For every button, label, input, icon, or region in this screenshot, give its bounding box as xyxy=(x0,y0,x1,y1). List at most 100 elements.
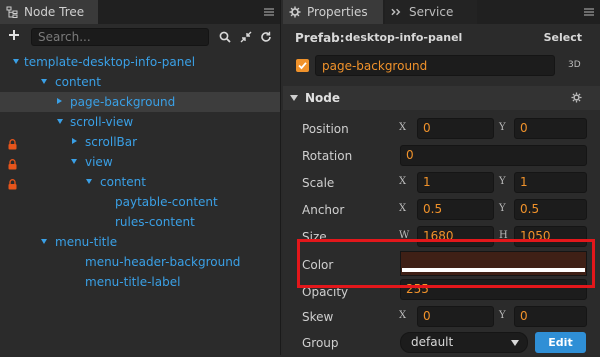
tree-item-label: menu-title xyxy=(55,235,118,249)
scale-row: Scale X 1 Y 1 xyxy=(283,170,600,197)
tree-item[interactable]: menu-header-background xyxy=(0,252,280,272)
axis-x-label: X xyxy=(399,122,407,133)
axis-y-label: Y xyxy=(499,122,506,133)
properties-panel: Properties Service Prefab: desktop-info-… xyxy=(283,0,600,355)
node-tree: template-desktop-info-panel content page… xyxy=(0,52,280,292)
node-active-checkbox[interactable] xyxy=(296,59,309,72)
expand-arrow-icon[interactable] xyxy=(57,119,63,124)
skew-label: Skew xyxy=(302,310,334,324)
anchor-x-field[interactable]: 0.5 xyxy=(417,199,494,220)
refresh-icon[interactable] xyxy=(260,31,272,43)
properties-tabbar: Properties Service xyxy=(283,0,600,24)
scale-x-field[interactable]: 1 xyxy=(417,172,494,193)
section-title: Node xyxy=(305,91,341,105)
skew-y-field[interactable]: 0 xyxy=(514,306,587,327)
prefab-name: desktop-info-panel xyxy=(345,31,463,44)
axis-x-label: X xyxy=(399,203,407,214)
tree-item-selected[interactable]: page-background xyxy=(0,92,280,112)
gear-icon xyxy=(289,6,301,18)
tree-item-label: menu-title-label xyxy=(85,275,181,289)
menu-icon[interactable] xyxy=(264,6,274,16)
anchor-y-field[interactable]: 0.5 xyxy=(514,199,587,220)
search-input[interactable] xyxy=(31,28,209,46)
lock-icon[interactable] xyxy=(8,176,17,190)
scale-y-field[interactable]: 1 xyxy=(514,172,587,193)
tree-item-label: view xyxy=(85,155,113,169)
tree-item[interactable]: view xyxy=(0,152,280,172)
edit-group-button[interactable]: Edit xyxy=(535,332,586,353)
prefab-select-button[interactable]: Select xyxy=(544,31,582,44)
group-select-value: default xyxy=(411,335,454,349)
tab-service-label: Service xyxy=(409,5,454,19)
prefab-row: Prefab: desktop-info-panel Select xyxy=(283,28,600,48)
node-name-row: 3D xyxy=(283,54,600,78)
anchor-row: Anchor X 0.5 Y 0.5 xyxy=(283,197,600,224)
expand-arrow-icon[interactable] xyxy=(71,159,77,164)
tab-properties-label: Properties xyxy=(307,5,368,19)
tree-item[interactable]: scroll-view xyxy=(0,112,280,132)
cloud-service-icon xyxy=(391,6,403,18)
skew-x-field[interactable]: 0 xyxy=(417,306,494,327)
tree-item-label: scroll-view xyxy=(70,115,134,129)
tree-icon xyxy=(6,6,18,18)
scale-label: Scale xyxy=(302,176,335,190)
axis-y-label: Y xyxy=(499,203,506,214)
tree-item[interactable]: scrollBar xyxy=(0,132,280,152)
section-collapse-icon[interactable] xyxy=(290,95,298,101)
tree-item-label: scrollBar xyxy=(85,135,138,149)
position-x-field[interactable]: 0 xyxy=(417,118,494,139)
node-tree-tabbar: Node Tree xyxy=(0,0,280,24)
tree-item[interactable]: menu-title-label xyxy=(0,272,280,292)
lock-icon[interactable] xyxy=(8,136,17,150)
collapsed-arrow-icon[interactable] xyxy=(57,98,62,104)
skew-row: Skew X 0 Y 0 xyxy=(283,304,600,331)
tree-item[interactable]: menu-title xyxy=(0,232,280,252)
tree-item[interactable]: content xyxy=(0,72,280,92)
highlight-box xyxy=(297,239,595,288)
node-tree-panel: Node Tree template-desktop-info-panel co… xyxy=(0,0,281,355)
3d-toggle[interactable]: 3D xyxy=(568,60,581,70)
tree-item-label: page-background xyxy=(70,95,176,109)
position-y-field[interactable]: 0 xyxy=(514,118,587,139)
node-section-header[interactable]: Node xyxy=(283,86,600,110)
collapse-icon[interactable] xyxy=(240,31,252,43)
tree-item[interactable]: rules-content xyxy=(0,212,280,232)
tab-properties[interactable]: Properties xyxy=(283,0,383,24)
tree-item[interactable]: paytable-content xyxy=(0,192,280,212)
tree-item-label: paytable-content xyxy=(115,195,218,209)
rotation-label: Rotation xyxy=(302,149,353,163)
tree-item[interactable]: template-desktop-info-panel xyxy=(0,52,280,72)
group-label: Group xyxy=(302,336,339,350)
axis-x-label: X xyxy=(399,176,407,187)
axis-y-label: Y xyxy=(499,310,506,321)
lock-icon[interactable] xyxy=(8,156,17,170)
prefab-label: Prefab: xyxy=(295,31,345,45)
tab-node-tree[interactable]: Node Tree xyxy=(0,0,98,24)
tree-item-label: content xyxy=(55,75,101,89)
menu-icon[interactable] xyxy=(584,6,594,16)
axis-y-label: Y xyxy=(499,176,506,187)
tab-service[interactable]: Service xyxy=(385,0,477,24)
expand-arrow-icon[interactable] xyxy=(41,79,47,84)
collapsed-arrow-icon[interactable] xyxy=(72,138,77,144)
gear-icon[interactable] xyxy=(571,92,582,103)
tree-item-label: content xyxy=(100,175,146,189)
position-label: Position xyxy=(302,122,349,136)
group-select[interactable]: default xyxy=(400,332,528,353)
add-node-icon[interactable] xyxy=(7,28,21,42)
axis-x-label: X xyxy=(399,310,407,321)
rotation-field[interactable]: 0 xyxy=(400,145,587,166)
expand-arrow-icon[interactable] xyxy=(86,179,92,184)
expand-arrow-icon[interactable] xyxy=(13,59,19,64)
tree-item-label: template-desktop-info-panel xyxy=(24,55,196,69)
search-icon[interactable] xyxy=(219,31,231,43)
node-name-input[interactable] xyxy=(315,55,555,76)
tree-item[interactable]: content xyxy=(0,172,280,192)
position-row: Position X 0 Y 0 xyxy=(283,116,600,143)
chevron-down-icon xyxy=(511,340,519,346)
rotation-row: Rotation 0 xyxy=(283,143,600,170)
group-row: Group default Edit xyxy=(283,330,600,357)
tree-item-label: menu-header-background xyxy=(85,255,241,269)
tab-node-tree-label: Node Tree xyxy=(24,5,85,19)
expand-arrow-icon[interactable] xyxy=(41,239,47,244)
